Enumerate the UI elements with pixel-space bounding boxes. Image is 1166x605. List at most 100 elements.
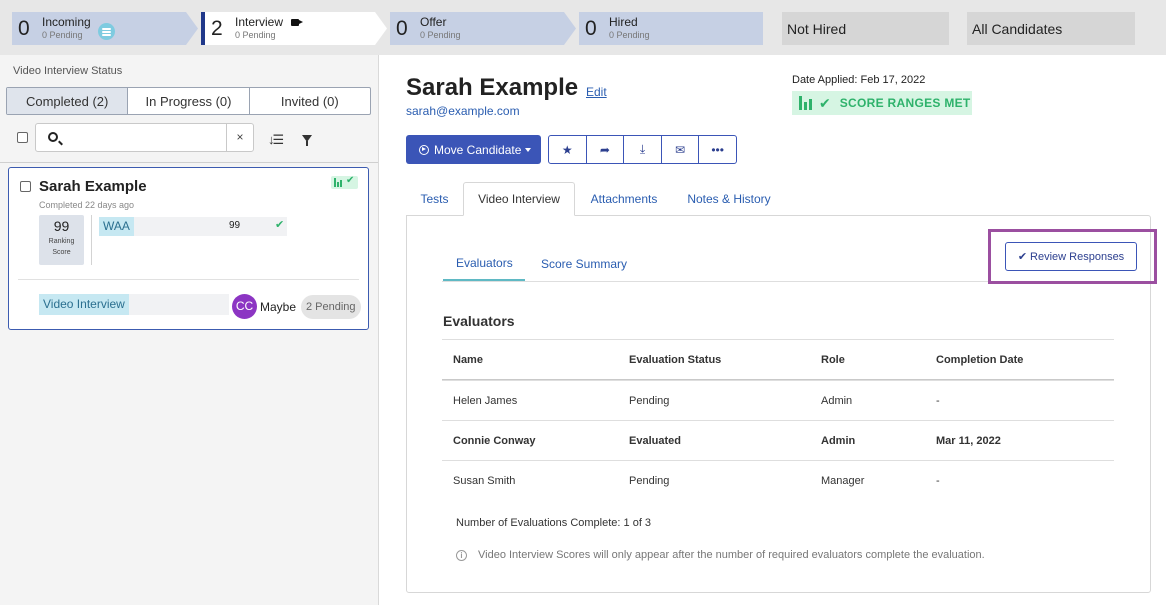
filter-icon[interactable] <box>302 135 312 146</box>
share-button[interactable]: ➦ <box>587 136 625 163</box>
stage-label: Interview <box>235 15 284 29</box>
candidate-list-panel: Video Interview Status Completed (2) In … <box>0 55 379 605</box>
more-button[interactable]: ••• <box>699 136 736 163</box>
score-ranges-text: SCORE RANGES MET <box>839 96 971 110</box>
pipeline-bar: 0 Incoming 0 Pending 2 Interview 0 Pendi… <box>0 0 1166 55</box>
divider <box>0 162 378 163</box>
completion-date: - <box>936 395 940 407</box>
arrow-circle-icon <box>419 144 429 155</box>
bar-chart-icon <box>334 178 344 187</box>
subtab-evaluators[interactable]: Evaluators <box>456 256 513 270</box>
completion-date: - <box>936 475 940 487</box>
stage-offer[interactable]: 0 Offer 0 Pending <box>390 12 576 45</box>
download-button[interactable]: ⤓ <box>624 136 662 163</box>
ranking-score-box: 99 Ranking Score <box>39 215 84 265</box>
score-ranges-badge: ✔ SCORE RANGES MET <box>792 91 972 115</box>
evaluator-role: Manager <box>821 475 865 487</box>
check-icon: ✔ <box>819 94 831 111</box>
tab-attachments[interactable]: Attachments <box>576 182 672 216</box>
table-row: Susan Smith Pending Manager - <box>442 460 1114 500</box>
stage-incoming[interactable]: 0 Incoming 0 Pending <box>12 12 198 45</box>
stage-count: 0 <box>585 17 597 40</box>
evaluator-role: Admin <box>821 395 853 407</box>
evaluator-name: Connie Conway <box>453 435 536 447</box>
video-camera-icon <box>291 19 299 26</box>
check-icon: ✔ <box>1017 251 1028 263</box>
star-button[interactable]: ★ <box>549 136 587 163</box>
subtab-score-summary[interactable]: Score Summary <box>541 257 627 271</box>
clear-search-button[interactable]: × <box>226 124 253 151</box>
segment-completed[interactable]: Completed (2) <box>7 88 129 114</box>
divider <box>91 215 92 265</box>
test-score-row: WAA 99 ✔ <box>99 217 287 236</box>
table-header: Name Evaluation Status Role Completion D… <box>442 339 1114 380</box>
stage-pending: 0 Pending <box>42 30 83 40</box>
video-interview-tag: Video Interview <box>39 294 129 315</box>
column-header: Completion Date <box>936 354 1024 366</box>
stage-hired[interactable]: 0 Hired 0 Pending <box>579 12 763 45</box>
page-title: Sarah Example <box>406 74 579 101</box>
segment-in-progress[interactable]: In Progress (0) <box>128 88 250 114</box>
evaluation-status: Pending <box>629 395 670 407</box>
not-hired-button[interactable]: Not Hired <box>782 12 949 45</box>
sort-icon[interactable]: ↓☰ <box>268 132 284 148</box>
avatar: CC <box>232 294 257 319</box>
stage-label: Incoming <box>42 15 91 29</box>
stage-pending: 0 Pending <box>609 30 650 40</box>
stage-count: 0 <box>396 17 408 40</box>
info-note: i Video Interview Scores will only appea… <box>456 549 985 561</box>
stage-interview[interactable]: 2 Interview 0 Pending <box>201 12 387 45</box>
stage-label: Hired <box>609 15 638 29</box>
column-header: Role <box>821 354 845 366</box>
candidate-card-name: Sarah Example <box>39 178 147 195</box>
score-ranges-met-badge: ✔ <box>331 175 358 189</box>
status-title: Video Interview Status <box>13 65 123 77</box>
tab-tests[interactable]: Tests <box>406 182 463 216</box>
bar-chart-icon <box>799 96 813 110</box>
select-all-checkbox[interactable] <box>17 132 28 143</box>
column-header: Evaluation Status <box>629 354 722 366</box>
video-interview-row: Video Interview <box>39 294 229 315</box>
divider <box>18 279 359 280</box>
action-toolbar: ★ ➦ ⤓ ✉ ••• <box>548 135 737 164</box>
evaluator-name: Susan Smith <box>453 475 516 487</box>
table-row: Connie Conway Evaluated Admin Mar 11, 20… <box>442 420 1114 460</box>
table-row: Helen James Pending Admin - <box>442 380 1114 420</box>
evaluators-table: Name Evaluation Status Role Completion D… <box>442 339 1114 500</box>
share-icon: ➦ <box>599 142 610 157</box>
section-title: Evaluators <box>443 313 515 329</box>
stage-label: Offer <box>420 15 447 29</box>
completed-time: Completed 22 days ago <box>39 200 135 210</box>
star-icon: ★ <box>561 142 573 157</box>
completion-date: Mar 11, 2022 <box>936 435 1001 447</box>
all-candidates-button[interactable]: All Candidates <box>967 12 1135 45</box>
edit-link[interactable]: Edit <box>586 85 607 99</box>
caret-down-icon <box>525 147 532 152</box>
tab-bar: Tests Video Interview Attachments Notes … <box>406 182 1151 216</box>
check-icon: ✔ <box>275 219 285 231</box>
search-input[interactable]: × <box>35 123 254 152</box>
candidate-email[interactable]: sarah@example.com <box>406 104 520 118</box>
candidate-checkbox[interactable] <box>20 181 31 192</box>
ranking-score: 99 <box>53 218 70 234</box>
envelope-icon: ✉ <box>675 142 686 157</box>
more-icon: ••• <box>711 142 724 157</box>
segment-invited[interactable]: Invited (0) <box>250 88 370 114</box>
test-tag: WAA <box>99 217 134 236</box>
evaluator-name: Helen James <box>453 395 518 407</box>
ranking-label: Ranking <box>48 238 75 245</box>
candidate-card[interactable]: Sarah Example ✔ Completed 22 days ago 99… <box>8 167 369 330</box>
move-candidate-button[interactable]: Move Candidate <box>406 135 541 164</box>
tab-video-interview[interactable]: Video Interview <box>463 182 575 216</box>
evaluation-status: Evaluated <box>629 435 681 447</box>
test-score: 99 <box>229 220 241 231</box>
review-responses-button[interactable]: ✔ Review Responses <box>1005 242 1137 271</box>
email-button[interactable]: ✉ <box>662 136 700 163</box>
status-segmented-control: Completed (2) In Progress (0) Invited (0… <box>6 87 371 115</box>
evaluator-role: Admin <box>821 435 856 447</box>
evaluation-result: Maybe <box>260 300 297 314</box>
stage-pending: 0 Pending <box>235 30 276 40</box>
download-icon: ⤓ <box>639 142 646 156</box>
tab-notes-history[interactable]: Notes & History <box>672 182 786 216</box>
move-candidate-label: Move Candidate <box>434 142 522 157</box>
